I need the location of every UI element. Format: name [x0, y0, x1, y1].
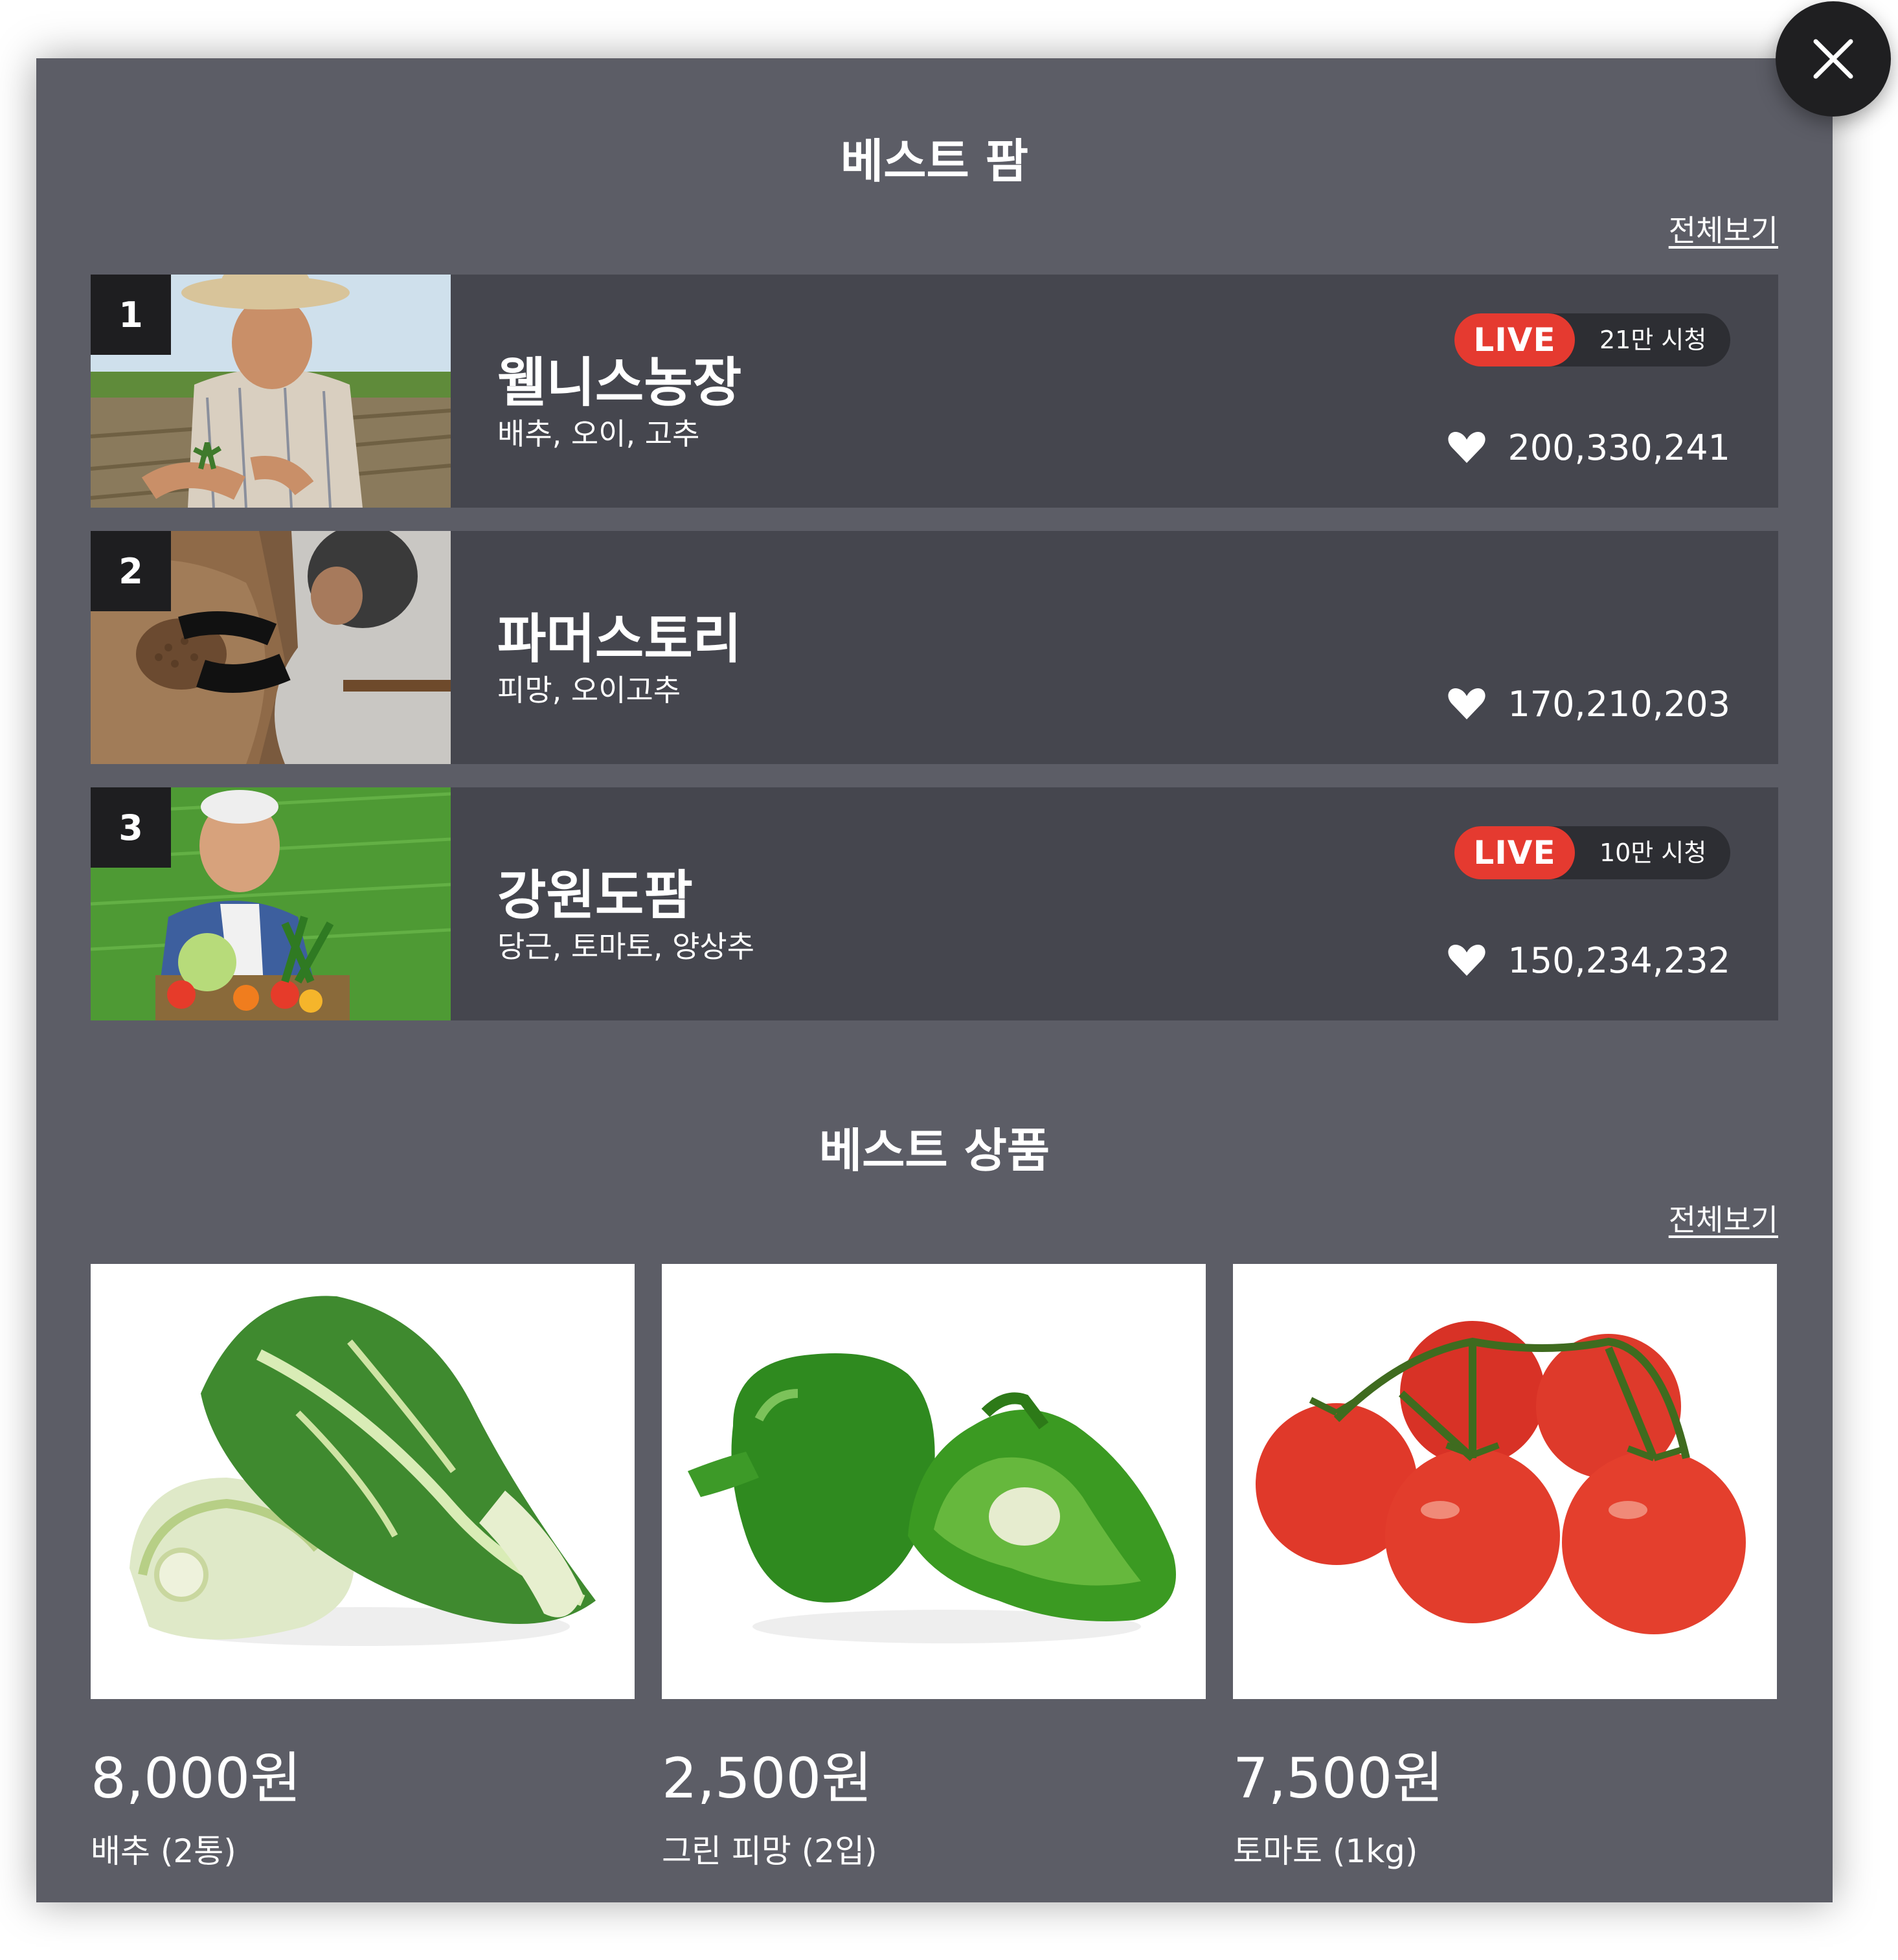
likes: 150,234,232 [1448, 938, 1730, 983]
likes: 200,330,241 [1448, 425, 1730, 470]
heart-icon [1448, 945, 1486, 976]
product-card-3[interactable]: 7,500원 토마토 (1kg) [1233, 1264, 1777, 1872]
cabbage-image [91, 1264, 635, 1699]
likes-count: 200,330,241 [1508, 427, 1730, 468]
farm-items: 배추, 오이, 고추 [497, 416, 700, 451]
product-card-1[interactable]: 8,000원 배추 (2통) [91, 1264, 635, 1872]
likes-count: 150,234,232 [1508, 940, 1730, 981]
rank-badge: 3 [91, 787, 171, 868]
live-status[interactable]: LIVE 21만 시청 [1454, 313, 1730, 366]
product-name: 그린 피망 (2입) [662, 1832, 877, 1870]
likes-count: 170,210,203 [1508, 683, 1730, 725]
product-price: 8,000원 [91, 1746, 302, 1811]
best-products-title: 베스트 상품 [819, 1123, 1050, 1178]
farm-items: 피망, 오이고추 [497, 673, 681, 708]
close-icon [1813, 39, 1853, 79]
rank-badge: 1 [91, 275, 171, 355]
farm-view-all-link[interactable]: 전체보기 [1669, 207, 1778, 250]
farmer-photo-1: 1 [91, 275, 451, 508]
farm-name: 파머스토리 [497, 609, 742, 670]
live-badge: LIVE [1454, 313, 1575, 366]
farm-name: 웰니스농장 [497, 352, 742, 414]
product-name: 배추 (2통) [91, 1832, 236, 1870]
rank-badge: 2 [91, 531, 171, 611]
green-pepper-image [662, 1264, 1206, 1699]
close-button[interactable] [1776, 1, 1891, 117]
farm-row-2[interactable]: 2 파머스토리 피망, 오이고추 170,210,203 [91, 531, 1778, 764]
farm-items: 당근, 토마토, 양상추 [497, 929, 755, 964]
products-view-all-link[interactable]: 전체보기 [1669, 1197, 1778, 1239]
product-price: 7,500원 [1233, 1746, 1444, 1811]
heart-icon [1448, 432, 1486, 463]
best-modal: 베스트 팜 전체보기 1 웰니스농장 배추, 오이, 고추 LIVE 21만 시… [36, 58, 1833, 1902]
farm-name: 강원도팜 [497, 865, 693, 927]
live-badge: LIVE [1454, 826, 1575, 879]
farm-row-3[interactable]: 3 강원도팜 당근, 토마토, 양상추 LIVE 10만 시청 150,234,… [91, 787, 1778, 1020]
likes: 170,210,203 [1448, 681, 1730, 727]
farmer-photo-2: 2 [91, 531, 451, 764]
product-price: 2,500원 [662, 1746, 873, 1811]
farmer-photo-3: 3 [91, 787, 451, 1020]
product-name: 토마토 (1kg) [1233, 1832, 1418, 1870]
live-viewers: 21만 시청 [1599, 326, 1707, 354]
product-card-2[interactable]: 2,500원 그린 피망 (2입) [662, 1264, 1206, 1872]
best-farm-title: 베스트 팜 [840, 134, 1029, 188]
tomato-image [1233, 1264, 1777, 1699]
live-viewers: 10만 시청 [1599, 839, 1707, 867]
live-status[interactable]: LIVE 10만 시청 [1454, 826, 1730, 879]
farm-row-1[interactable]: 1 웰니스농장 배추, 오이, 고추 LIVE 21만 시청 200,330,2… [91, 275, 1778, 508]
heart-icon [1448, 688, 1486, 719]
